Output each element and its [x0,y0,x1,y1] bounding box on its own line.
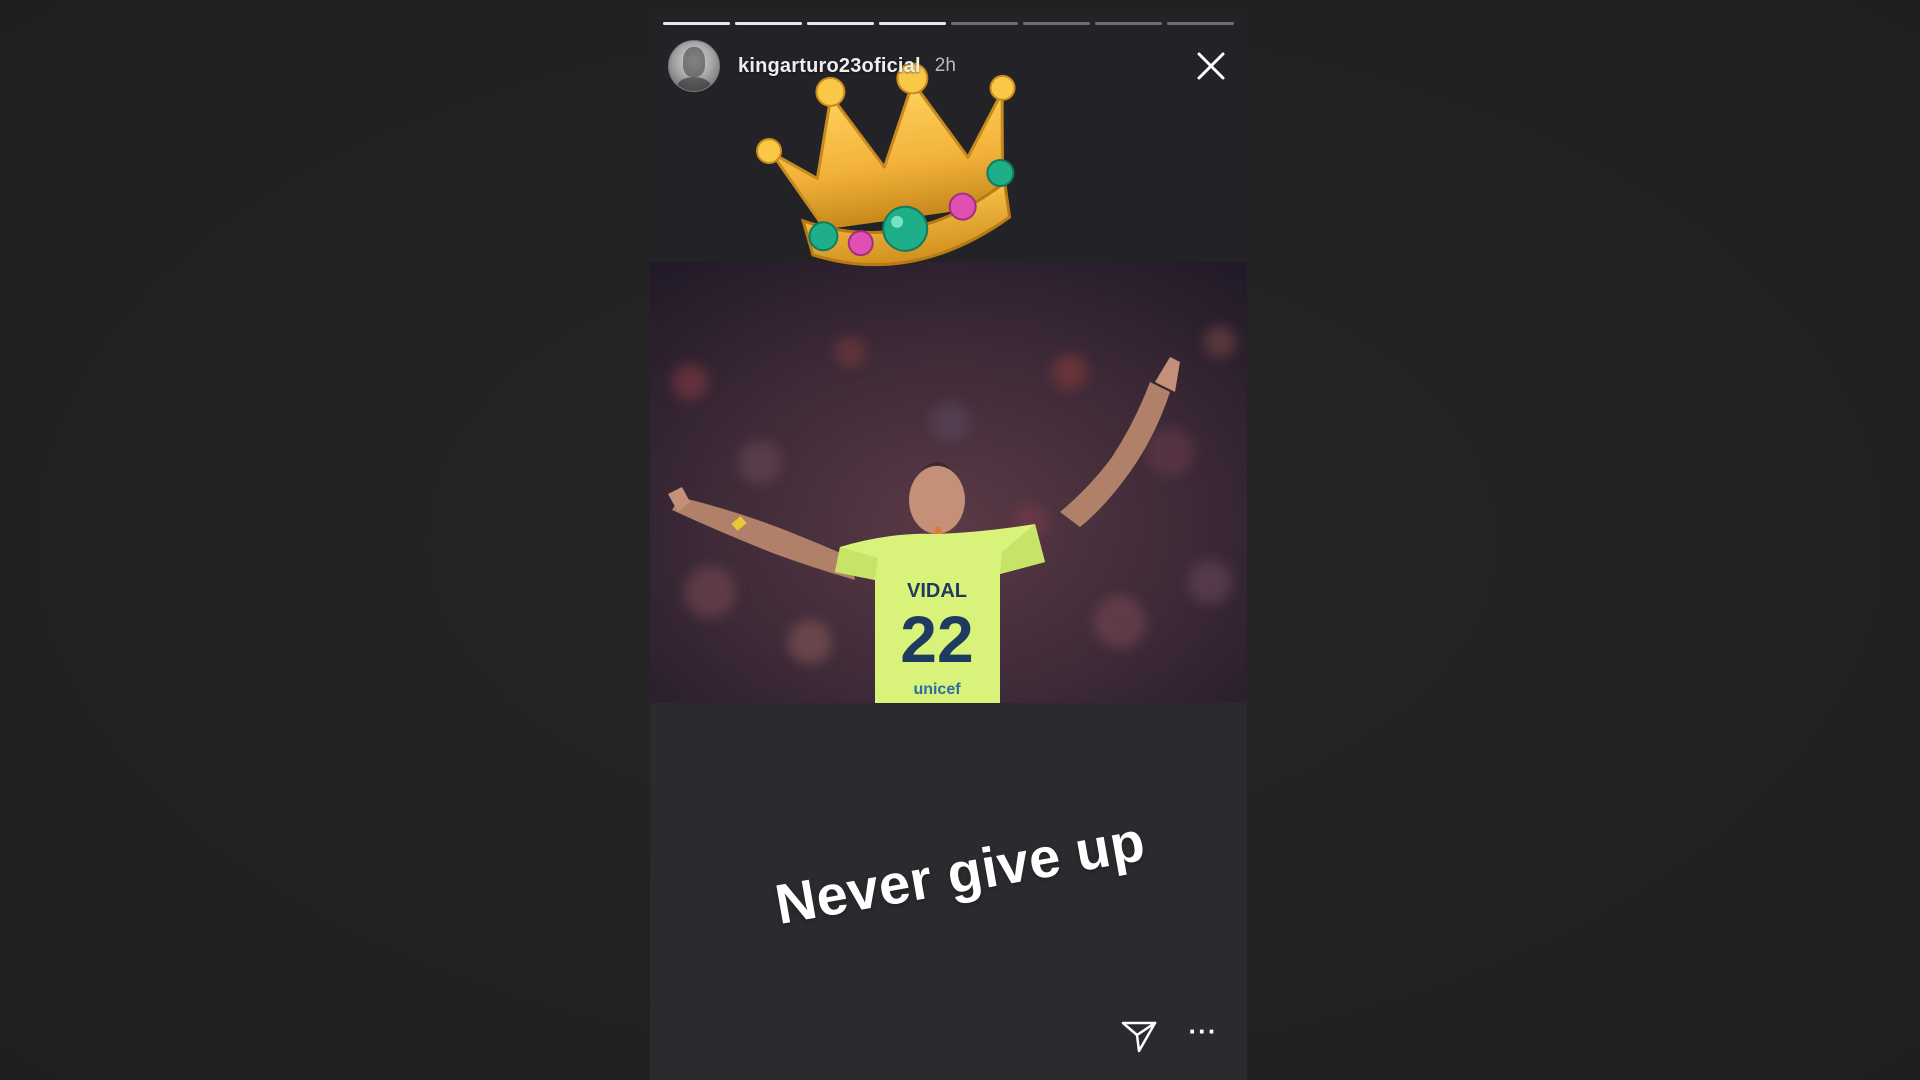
story-progress-segment [879,22,946,25]
story-viewer[interactable]: kingarturo23oficial 2h VIDAL 22 unicef N… [650,10,1247,1080]
story-progress-fill [807,22,874,25]
close-button[interactable] [1191,46,1231,86]
send-button[interactable] [1118,1015,1160,1057]
more-options-button[interactable]: ··· [1185,1018,1221,1050]
story-progress-segment [807,22,874,25]
send-icon [1121,1021,1157,1053]
page: kingarturo23oficial 2h VIDAL 22 unicef N… [0,0,1920,1080]
story-progress-segment [663,22,730,25]
close-icon [1197,52,1225,80]
story-progress-segment [735,22,802,25]
post-time: 2h [934,55,956,76]
jersey-number: 22 [900,602,973,676]
username[interactable]: kingarturo23oficial [738,55,921,78]
crown-emoji-sticker [756,62,1016,267]
jersey-sponsor: unicef [913,681,961,698]
story-photo: VIDAL 22 unicef [650,262,1247,703]
story-progress-fill [735,22,802,25]
story-caption: Never give up [770,809,1150,936]
story-progress-segment [1023,22,1090,25]
story-progress-fill [663,22,730,25]
jersey-name: VIDAL [907,580,967,602]
story-progress-segment [951,22,1018,25]
story-progress-segment [1167,22,1234,25]
story-progress-fill [879,22,946,25]
player-celebration-image: VIDAL 22 unicef [650,262,1247,703]
story-progress-segment [1095,22,1162,25]
profile-avatar[interactable] [668,40,720,92]
story-progress-bar [663,22,1234,25]
